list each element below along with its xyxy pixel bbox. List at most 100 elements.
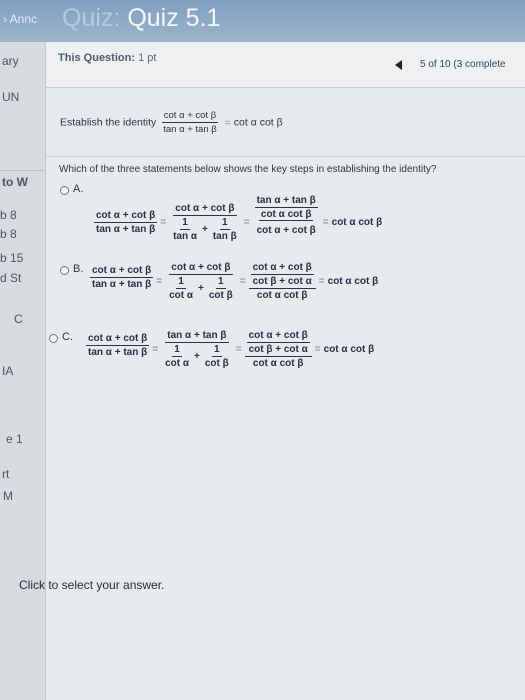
sidebar-item: rt (2, 467, 10, 481)
step3-denominator: cot α cot β (252, 358, 304, 369)
plus-sign: + (198, 283, 204, 294)
points-value: 1 pt (138, 52, 157, 64)
step3-top: cot α + cot β (246, 330, 310, 343)
reciprocal-one: 1 (216, 276, 226, 289)
option-result: cot α cot β (327, 276, 379, 288)
sidebar-item: e 1 (6, 432, 23, 446)
step2-numerator: cot α + cot β (173, 203, 237, 216)
identity-fraction: cot α + cot β tan α + tan β (161, 110, 219, 135)
sidebar-item[interactable]: IA (2, 364, 13, 378)
reciprocal: 1 cot β (203, 344, 231, 369)
page-title: Quiz: Quiz 5.1 (62, 4, 220, 33)
reciprocal-den: cot β (208, 290, 233, 301)
quiz-header: › Annc Quiz: Quiz 5.1 (0, 0, 525, 42)
equals-sign: = (322, 217, 329, 228)
sidebar-item[interactable]: b 8 (0, 227, 17, 241)
step2-fraction: cot α + cot β 1 tan α + 1 tan β (169, 203, 241, 242)
radio-option-a[interactable] (60, 186, 69, 195)
reciprocal: 1 cot α (163, 344, 191, 369)
step3-denominator: cot α + cot β (256, 225, 316, 236)
lhs-denominator: tan α + tan β (96, 224, 156, 235)
reciprocal-den: tan β (212, 231, 237, 242)
reciprocal-den: cot α (169, 290, 193, 301)
establish-text: Establish the identity (60, 116, 157, 129)
equals-sign: = (152, 344, 159, 355)
step2-denominator: 1 cot α + 1 cot β (161, 343, 233, 369)
equals-sign: = (318, 276, 325, 287)
sidebar-heading: to W (2, 175, 28, 189)
step3-fraction: cot α + cot β cot β + cot α cot α cot β (248, 262, 316, 301)
breadcrumb[interactable]: › Annc (3, 12, 37, 26)
sidebar-item: M (3, 489, 13, 503)
quiz-title-prefix: Quiz: (62, 4, 121, 32)
step3-numerator: tan α + tan β cot α cot β (253, 195, 320, 222)
identity-statement: Establish the identity cot α + cot β tan… (60, 110, 283, 135)
plus-sign: + (202, 224, 208, 235)
quiz-title-text: Quiz 5.1 (127, 4, 221, 32)
equals-sign: = (314, 344, 321, 355)
reciprocal-den: cot β (204, 358, 229, 369)
step3-mid: cot β + cot α (248, 344, 308, 355)
equals-sign: = (160, 217, 167, 228)
step2-denominator: 1 tan α + 1 tan β (169, 216, 241, 242)
step3-numerator: cot α + cot β cot β + cot α (248, 262, 316, 289)
lhs-numerator: cot α + cot β (90, 265, 154, 278)
lhs-fraction: cot α + cot β tan α + tan β (94, 210, 158, 235)
equals-sign: = (235, 344, 242, 355)
sidebar-item-un: UN (2, 90, 20, 104)
sidebar-divider (0, 170, 46, 171)
this-question-label: This Question: (58, 52, 135, 64)
option-result: cot α cot β (331, 217, 383, 229)
step2-fraction: cot α + cot β 1 cot α + 1 cot β (165, 262, 237, 301)
option-letter: B. (73, 263, 84, 275)
option-a-expression: cot α + cot β tan α + tan β = cot α + co… (94, 195, 383, 243)
divider (46, 156, 525, 157)
step3-mid: cot α cot β (258, 209, 314, 221)
question-progress: 5 of 10 (3 complete (420, 59, 506, 70)
step3-top: cot α + cot β (250, 262, 314, 275)
reciprocal-den: tan α (173, 231, 197, 242)
question-prompt: Which of the three statements below show… (59, 164, 437, 175)
radio-option-c[interactable] (49, 334, 58, 343)
sidebar-item[interactable]: b 8 (0, 208, 17, 222)
option-letter: C. (62, 331, 73, 343)
lhs-fraction: cot α + cot β tan α + tan β (86, 333, 150, 358)
step2-numerator: tan α + tan β (165, 330, 229, 343)
sidebar-item[interactable]: b 15 (0, 251, 23, 265)
reciprocal-one: 1 (220, 217, 230, 230)
reciprocal: 1 tan α (171, 217, 199, 242)
reciprocal-one: 1 (180, 217, 190, 230)
radio-option-b[interactable] (60, 266, 69, 275)
select-answer-hint: Click to select your answer. (19, 578, 165, 592)
sidebar-item-ary[interactable]: ary (2, 54, 19, 68)
sidebar-item[interactable]: C (14, 312, 23, 326)
question-info-bar: This Question: 1 pt 5 of 10 (3 complete (46, 42, 525, 88)
option-b-expression: cot α + cot β tan α + tan β = cot α + co… (90, 262, 378, 301)
step2-numerator: cot α + cot β (169, 262, 233, 275)
lhs-fraction: cot α + cot β tan α + tan β (90, 265, 154, 290)
equals-sign: = (243, 217, 250, 228)
question-points: This Question: 1 pt (58, 52, 156, 64)
equals-sign: = (156, 276, 163, 287)
identity-numerator: cot α + cot β (161, 110, 219, 123)
step3-mid: cot β + cot α (252, 276, 312, 287)
previous-question-icon[interactable] (395, 60, 402, 70)
lhs-denominator: tan α + tan β (92, 279, 152, 290)
step3-fraction: cot α + cot β cot β + cot α cot α cot β (244, 330, 312, 369)
lhs-numerator: cot α + cot β (86, 333, 150, 346)
option-letter: A. (73, 183, 84, 195)
lhs-numerator: cot α + cot β (94, 210, 158, 223)
sidebar-item[interactable]: d St (0, 271, 21, 285)
course-sidebar: ary UN to W b 8 b 8 b 15 d St C IA e 1 r… (0, 42, 46, 700)
option-c-expression: cot α + cot β tan α + tan β = tan α + ta… (86, 330, 374, 369)
reciprocal: 1 tan β (211, 217, 239, 242)
identity-denominator: tan α + tan β (163, 124, 217, 135)
step3-numerator: cot α + cot β cot β + cot α (244, 330, 312, 357)
reciprocal: 1 cot α (167, 276, 195, 301)
reciprocal-one: 1 (176, 276, 186, 289)
step3-fraction: tan α + tan β cot α cot β cot α + cot β (253, 195, 320, 236)
reciprocal-den: cot α (165, 358, 189, 369)
step2-denominator: 1 cot α + 1 cot β (165, 275, 237, 301)
reciprocal: 1 cot β (207, 276, 235, 301)
reciprocal-one: 1 (172, 344, 182, 357)
